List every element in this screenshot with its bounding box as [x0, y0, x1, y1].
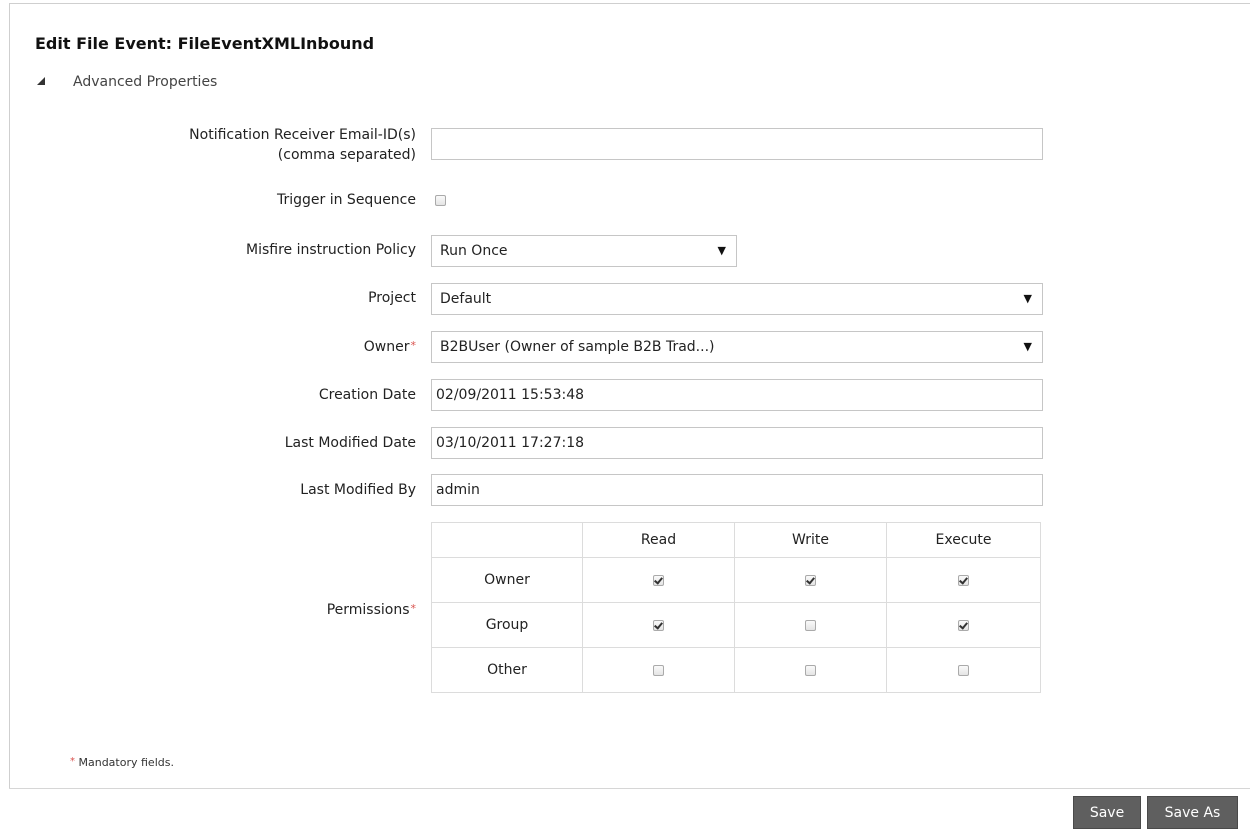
permissions-row-owner: Owner — [431, 557, 1041, 603]
required-asterisk: * — [410, 339, 417, 352]
misfire-policy-label: Misfire instruction Policy — [245, 242, 416, 258]
creation-date-input[interactable] — [431, 379, 1043, 411]
other-execute-checkbox[interactable] — [958, 664, 969, 676]
group-write-checkbox[interactable] — [805, 619, 816, 631]
last-modified-date-input[interactable] — [431, 427, 1043, 459]
owner-value: B2BUser (Owner of sample B2B Trad...) — [440, 339, 715, 355]
permissions-label-text: Permissions — [326, 602, 410, 618]
trigger-in-sequence-label: Trigger in Sequence — [276, 192, 416, 208]
advanced-properties-toggle[interactable]: Advanced Properties — [37, 74, 217, 90]
owner-read-checkbox[interactable] — [653, 574, 664, 586]
column-header-read: Read — [582, 522, 735, 558]
page-title: Edit File Event: FileEventXMLInbound — [35, 34, 375, 53]
project-label: Project — [368, 290, 416, 306]
owner-execute-checkbox[interactable] — [958, 574, 969, 586]
trigger-in-sequence-checkbox[interactable] — [435, 195, 446, 206]
collapse-triangle-icon — [37, 77, 45, 85]
permissions-label: Permissions* — [327, 602, 416, 618]
owner-label: Owner* — [364, 339, 416, 355]
dropdown-arrow-icon: ▼ — [1023, 340, 1032, 353]
other-read-checkbox[interactable] — [653, 664, 664, 676]
row-label-owner: Owner — [431, 557, 583, 603]
required-asterisk: * — [410, 602, 417, 615]
project-select[interactable]: Default ▼ — [431, 283, 1043, 315]
column-header-write: Write — [734, 522, 887, 558]
creation-date-label: Creation Date — [318, 387, 416, 403]
footer-bar — [9, 788, 1250, 830]
other-write-checkbox[interactable] — [805, 664, 816, 676]
dropdown-arrow-icon: ▼ — [717, 244, 726, 257]
column-header-execute: Execute — [886, 522, 1041, 558]
save-button[interactable]: Save — [1073, 796, 1141, 829]
permissions-row-other: Other — [431, 647, 1041, 693]
notification-email-input[interactable] — [431, 128, 1043, 160]
section-label: Advanced Properties — [73, 74, 218, 90]
row-label-other: Other — [431, 647, 583, 693]
misfire-policy-value: Run Once — [440, 243, 508, 259]
owner-select[interactable]: B2BUser (Owner of sample B2B Trad...) ▼ — [431, 331, 1043, 363]
owner-label-text: Owner — [363, 339, 410, 355]
dropdown-arrow-icon: ▼ — [1023, 292, 1032, 305]
mandatory-note: * Mandatory fields. — [69, 756, 174, 769]
permissions-row-group: Group — [431, 602, 1041, 648]
group-read-checkbox[interactable] — [653, 619, 664, 631]
notification-label-line2: (comma separated) — [277, 147, 416, 163]
last-modified-by-input[interactable] — [431, 474, 1043, 506]
owner-write-checkbox[interactable] — [805, 574, 816, 586]
permissions-table: Read Write Execute Owner Group Other — [431, 522, 1041, 693]
project-value: Default — [440, 291, 492, 307]
last-modified-date-label: Last Modified Date — [284, 435, 416, 451]
notification-label-line1: Notification Receiver Email-ID(s) — [189, 127, 416, 143]
last-modified-by-label: Last Modified By — [300, 482, 416, 498]
mandatory-note-text: Mandatory fields. — [75, 756, 174, 769]
save-as-button[interactable]: Save As — [1147, 796, 1238, 829]
misfire-policy-select[interactable]: Run Once ▼ — [431, 235, 737, 267]
notification-label: Notification Receiver Email-ID(s) (comma… — [189, 125, 416, 165]
permissions-corner-cell — [431, 522, 583, 558]
row-label-group: Group — [431, 602, 583, 648]
group-execute-checkbox[interactable] — [958, 619, 969, 631]
permissions-header-row: Read Write Execute — [431, 522, 1041, 558]
